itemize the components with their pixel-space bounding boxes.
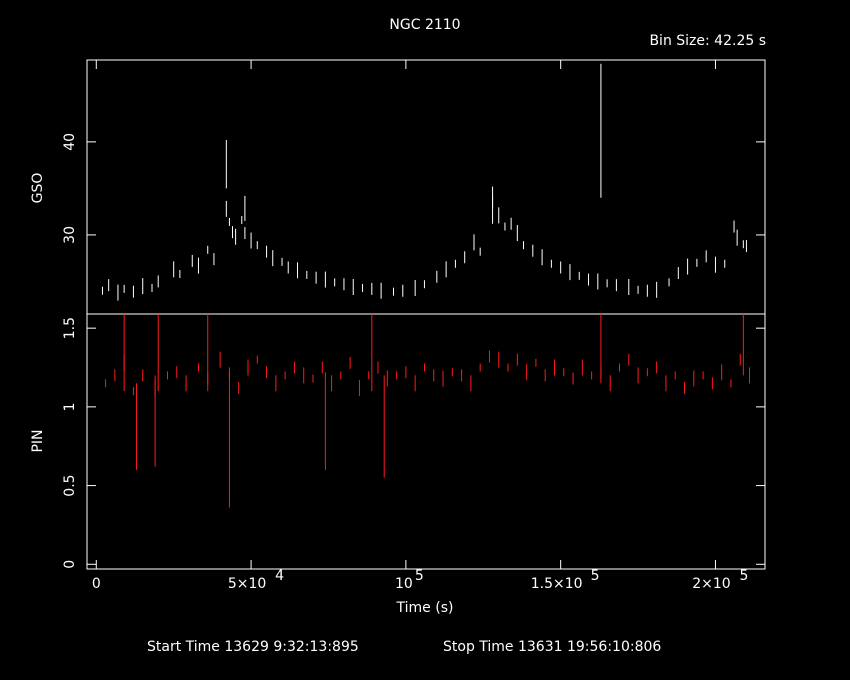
top-panel-frame xyxy=(86,59,766,315)
time-tick-label: 0 xyxy=(92,576,101,592)
bottom-panel-frame xyxy=(86,313,766,570)
gso-ytick-label: 40 xyxy=(62,133,78,151)
pin-axis-ticks: 0 0.5 1 1.5 xyxy=(62,317,765,569)
gso-axis-label: GSO xyxy=(30,173,46,204)
pin-ytick-label: 0.5 xyxy=(62,474,78,496)
pin-ytick-label: 0 xyxy=(62,560,78,569)
time-tick-exponent: 5 xyxy=(415,568,424,584)
time-tick-exponent: 5 xyxy=(591,568,600,584)
time-axis-label: Time (s) xyxy=(396,600,454,616)
time-tick-label: 1.5×10 xyxy=(531,576,583,592)
gso-series xyxy=(101,63,747,301)
start-time-label: Start Time 13629 9:32:13:895 xyxy=(147,639,359,655)
time-axis-ticks: 0 5×10 4 10 5 1.5×10 5 2×10 5 xyxy=(92,60,748,592)
gso-axis-ticks: 30 40 xyxy=(62,133,765,244)
light-curve-plot: NGC 2110 Bin Size: 42.25 s GSO PIN Time … xyxy=(30,17,766,655)
pin-ytick-label: 1 xyxy=(62,402,78,411)
time-tick-label: 2×10 xyxy=(692,576,730,592)
gso-ytick-label: 30 xyxy=(62,226,78,244)
time-tick-label: 5×10 xyxy=(228,576,266,592)
pin-ytick-label: 1.5 xyxy=(62,317,78,339)
pin-series xyxy=(105,314,751,508)
time-tick-exponent: 4 xyxy=(275,568,284,584)
chart-title: NGC 2110 xyxy=(389,17,460,33)
time-tick-exponent: 5 xyxy=(739,568,748,584)
pin-axis-label: PIN xyxy=(30,429,46,452)
light-curve-figure: NGC 2110 Bin Size: 42.25 s GSO PIN Time … xyxy=(0,0,850,680)
time-tick-label: 10 xyxy=(395,576,413,592)
stop-time-label: Stop Time 13631 19:56:10:806 xyxy=(443,639,661,655)
bin-size-label: Bin Size: 42.25 s xyxy=(649,33,766,49)
